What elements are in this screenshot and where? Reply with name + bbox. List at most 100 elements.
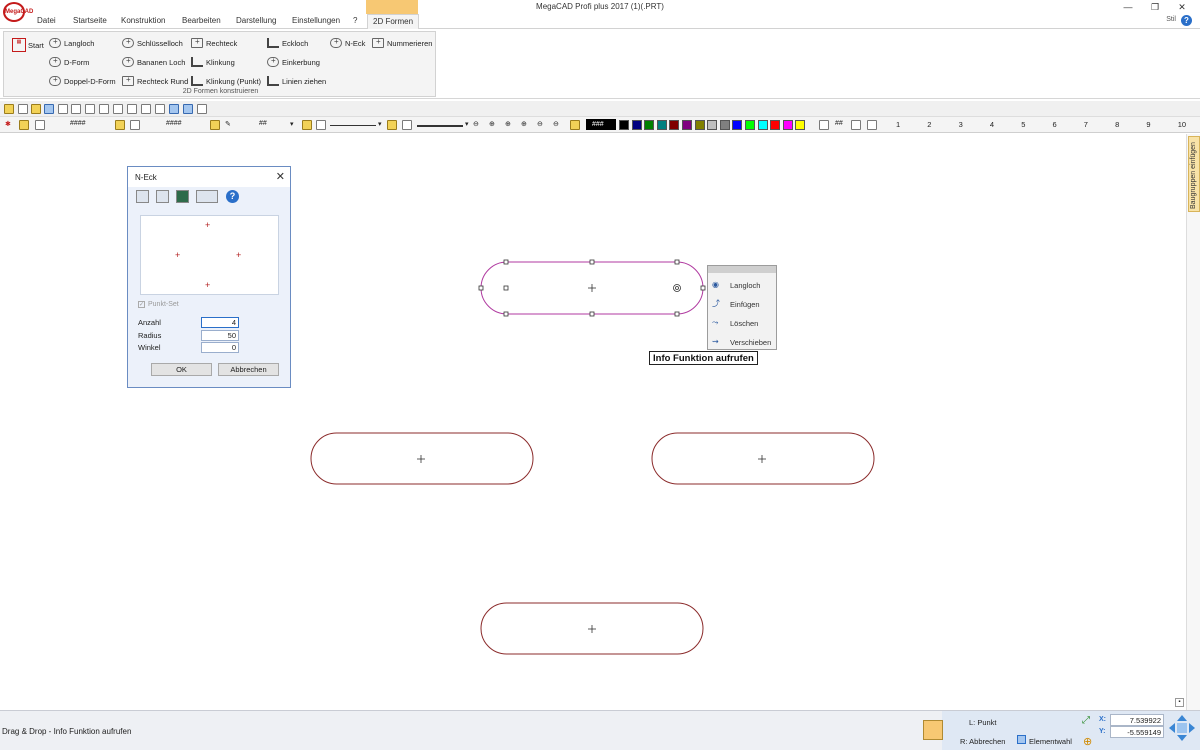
color-swatch[interactable] <box>795 120 806 130</box>
color-lock-icon[interactable] <box>570 120 580 130</box>
menu-item-loeschen[interactable]: ⤳ Löschen <box>712 315 774 331</box>
tab-konstruktion[interactable]: Konstruktion <box>121 16 165 25</box>
color-swatch[interactable] <box>757 120 768 130</box>
layer-field[interactable]: #### <box>70 120 86 127</box>
color-swatch[interactable] <box>682 120 692 130</box>
elementwahl-label[interactable]: Elementwahl <box>1029 737 1072 746</box>
tab-help[interactable]: ? <box>353 16 357 25</box>
start-button[interactable]: ▦ Start <box>12 38 44 52</box>
color-swatch[interactable] <box>619 120 629 130</box>
eckloch-button[interactable]: Eckloch <box>267 36 308 50</box>
schluesselloch-button[interactable]: Schlüsselloch <box>122 36 183 50</box>
color-swatch[interactable] <box>745 120 755 130</box>
lock-icon[interactable] <box>19 120 29 130</box>
tab-bearbeiten[interactable]: Bearbeiten <box>182 16 221 25</box>
dialog-close-icon[interactable]: ✕ <box>276 170 285 183</box>
doppel-d-form-button[interactable]: Doppel-D-Form <box>49 74 116 88</box>
color-swatch[interactable] <box>656 120 667 130</box>
copy-icon[interactable] <box>136 190 149 203</box>
x-coordinate[interactable]: 7.539922 <box>1110 714 1164 726</box>
grid-icon[interactable] <box>851 120 861 130</box>
linetype-select[interactable] <box>330 125 376 126</box>
number-button[interactable]: 6 <box>1053 120 1057 129</box>
redo-icon[interactable] <box>183 104 193 114</box>
zoom-out-icon[interactable]: ⊖ <box>473 120 479 128</box>
linewidth-lock-icon[interactable] <box>387 120 397 130</box>
handle[interactable] <box>700 285 706 291</box>
tab-startseite[interactable]: Startseite <box>73 16 107 25</box>
minimize-button[interactable]: — <box>1118 1 1138 13</box>
color-swatch[interactable] <box>669 120 680 130</box>
anzahl-field[interactable]: 4 <box>201 317 239 328</box>
color-swatch[interactable] <box>631 120 642 130</box>
slot-shape[interactable] <box>310 432 534 485</box>
print-icon[interactable] <box>58 104 68 114</box>
app-logo[interactable]: MegaCAD <box>3 2 33 22</box>
y-coordinate[interactable]: -5.559149 <box>1110 726 1164 738</box>
linewidth-icon[interactable] <box>402 120 412 130</box>
number-button[interactable]: 4 <box>990 120 994 129</box>
paste-icon[interactable] <box>156 190 169 203</box>
options-dropdown-icon[interactable] <box>196 190 218 203</box>
handle[interactable] <box>674 311 680 317</box>
preview-icon[interactable] <box>71 104 81 114</box>
handle[interactable] <box>589 259 595 265</box>
number-button[interactable]: 8 <box>1115 120 1119 129</box>
baugruppen-tab[interactable]: Baugruppen einfügen <box>1188 136 1200 212</box>
undo-icon[interactable] <box>169 104 179 114</box>
ok-button[interactable]: OK <box>151 363 212 376</box>
klinkung-button[interactable]: Klinkung <box>191 55 235 69</box>
scroll-corner-button[interactable]: ▪ <box>1175 698 1184 707</box>
menu-item-einfuegen[interactable]: ⤴ Einfügen <box>712 296 774 312</box>
linetype-lock-icon[interactable] <box>302 120 312 130</box>
dropdown-arrow-icon[interactable]: ▾ <box>378 120 382 128</box>
zoom-fit-icon[interactable]: ⊖ <box>553 120 559 128</box>
layer-icon[interactable] <box>197 104 207 114</box>
new-file-icon[interactable] <box>18 104 28 114</box>
klinkung-punkt-button[interactable]: Klinkung (Punkt) <box>191 74 261 88</box>
close-button[interactable]: ✕ <box>1172 1 1192 13</box>
zoom-in-icon[interactable]: ⊕ <box>489 120 495 128</box>
linewidth-select[interactable] <box>417 125 463 127</box>
number-button[interactable]: 2 <box>927 120 931 129</box>
color-swatch[interactable] <box>707 120 718 130</box>
number-button[interactable]: 9 <box>1146 120 1150 129</box>
help-icon[interactable]: ? <box>226 190 239 203</box>
open-folder-icon[interactable] <box>31 104 41 114</box>
color-swatch[interactable] <box>719 120 730 130</box>
group-select-icon[interactable] <box>130 120 140 130</box>
cut-icon[interactable] <box>113 104 123 114</box>
grid-hash-label[interactable]: ## <box>835 120 843 127</box>
handle[interactable] <box>589 311 595 317</box>
nummerieren-button[interactable]: Nummerieren <box>372 36 432 50</box>
origin-icon[interactable]: ⊕ <box>1083 735 1092 748</box>
d-form-button[interactable]: D-Form <box>49 55 89 69</box>
handle[interactable] <box>674 259 680 265</box>
zoom-window-icon[interactable]: ⊕ <box>505 120 511 128</box>
layer-select-icon[interactable] <box>35 120 45 130</box>
copy-icon[interactable] <box>85 104 95 114</box>
menu-item-verschieben[interactable]: ⇝ Verschieben <box>712 334 774 350</box>
number-button[interactable]: 1 <box>896 120 900 129</box>
gear-icon[interactable] <box>673 284 681 292</box>
panel-toggle-icon[interactable] <box>923 720 943 740</box>
zoom-all-icon[interactable]: ⊕ <box>521 120 527 128</box>
element-select-icon[interactable] <box>1017 735 1026 744</box>
color-swatch[interactable] <box>782 120 793 130</box>
menu-item-langloch[interactable]: ◉ Langloch <box>712 277 774 293</box>
color-swatch[interactable] <box>732 120 743 130</box>
tab-2d-formen[interactable]: 2D Formen <box>367 14 420 29</box>
help-icon[interactable]: ? <box>1181 15 1192 26</box>
einkerbung-button[interactable]: Einkerbung <box>267 55 320 69</box>
settings-icon[interactable] <box>819 120 829 130</box>
app-menu-icon[interactable] <box>4 104 14 114</box>
cancel-button[interactable]: Abbrechen <box>218 363 279 376</box>
group-field[interactable]: #### <box>166 120 182 127</box>
pan-navigation-icon[interactable] <box>1168 714 1196 742</box>
style-menu[interactable]: Stil <box>1166 16 1176 23</box>
number-button[interactable]: 7 <box>1084 120 1088 129</box>
number-button[interactable]: 5 <box>1021 120 1025 129</box>
dropdown-arrow-icon[interactable]: ▾ <box>465 120 469 128</box>
pen-field[interactable]: ## <box>259 120 267 127</box>
asterisk-icon[interactable]: ✱ <box>5 120 11 128</box>
